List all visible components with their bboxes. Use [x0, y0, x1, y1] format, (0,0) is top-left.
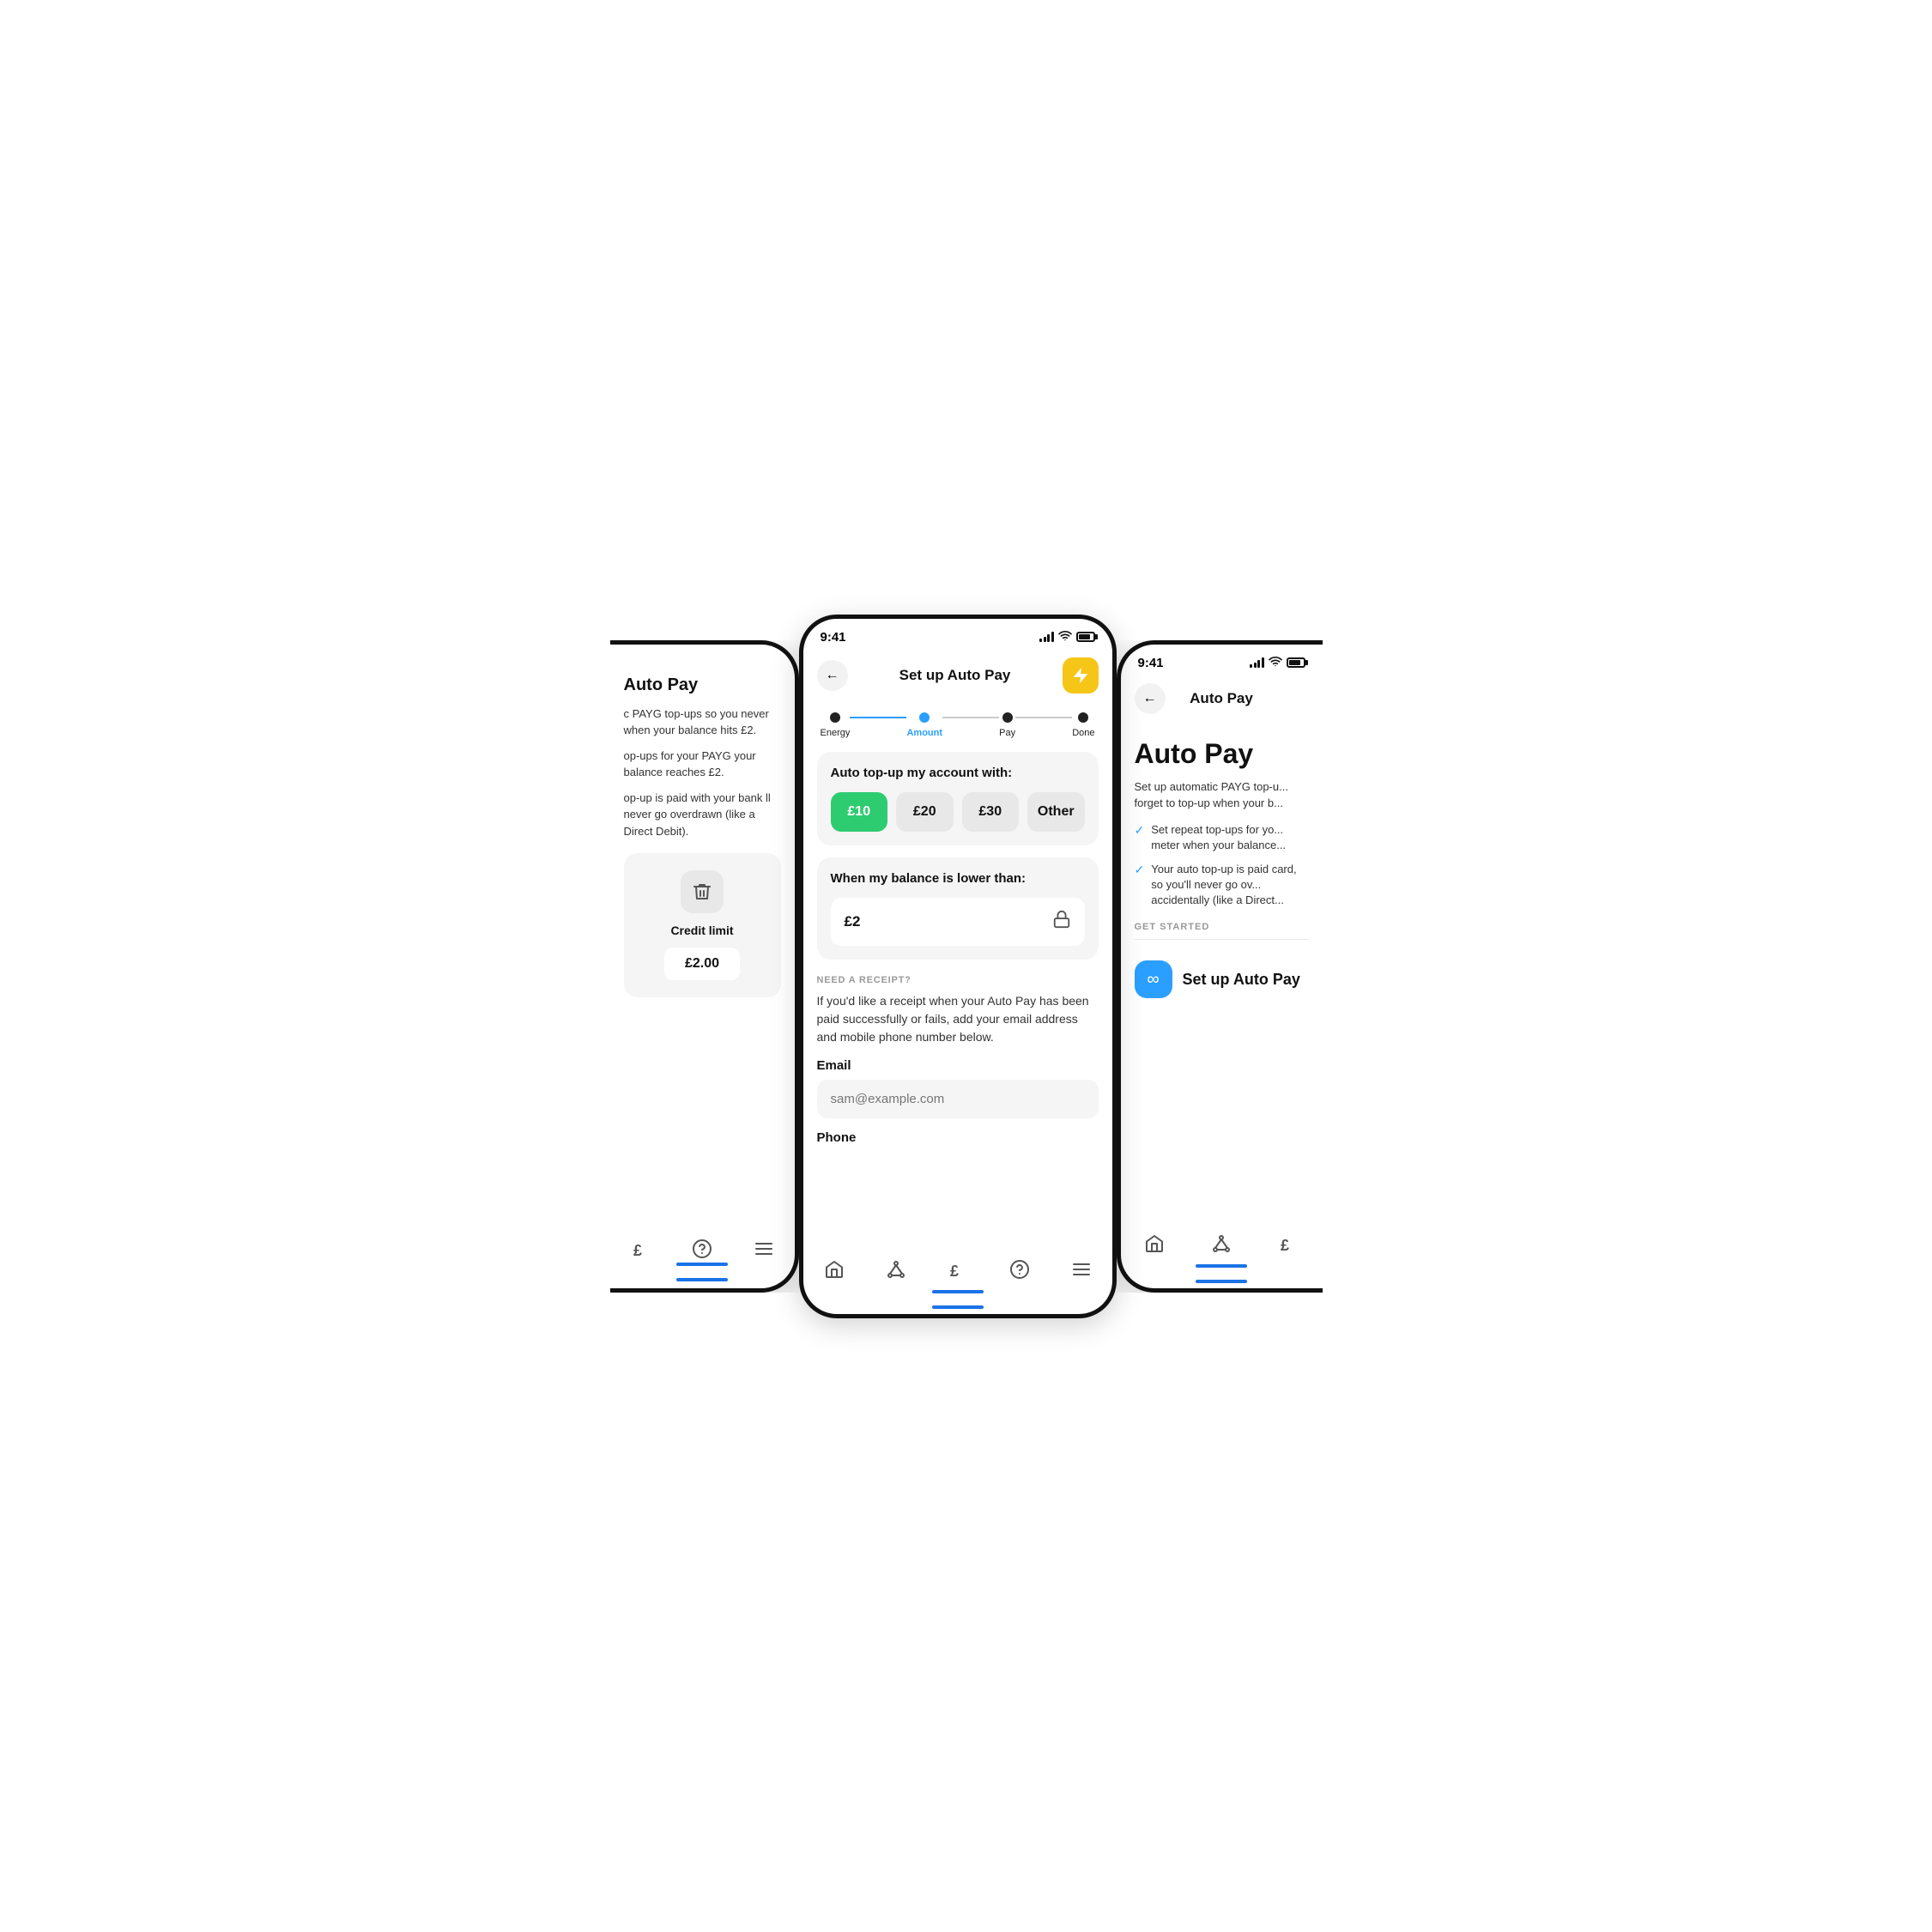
svg-text:£: £: [950, 1263, 959, 1280]
bottom-nav-center: £: [803, 1249, 1112, 1305]
right-phone-content: Auto Pay Set up automatic PAYG top-u... …: [1121, 724, 1323, 1021]
amount-btn-30[interactable]: £30: [962, 792, 1020, 832]
description-2: op-ups for your PAYG your balance reache…: [624, 748, 781, 781]
step-label-done: Done: [1072, 728, 1094, 738]
setup-autopay-label: Set up Auto Pay: [1183, 971, 1300, 989]
wifi-icon-right: [1269, 655, 1282, 671]
check-text-1: Set repeat top-ups for yo... meter when …: [1151, 822, 1308, 853]
amount-btn-10[interactable]: £10: [831, 792, 888, 832]
step-amount: Amount: [906, 712, 942, 738]
email-label: Email: [817, 1058, 1099, 1073]
step-label-pay: Pay: [999, 728, 1015, 738]
bottom-nav-left: £: [610, 1228, 795, 1278]
svg-text:£: £: [1281, 1237, 1289, 1254]
bottom-nav-right: £: [1121, 1223, 1323, 1280]
step-done: Done: [1072, 712, 1094, 738]
email-input[interactable]: [817, 1080, 1099, 1118]
step-label-energy: Energy: [821, 728, 851, 738]
infinity-icon: ∞: [1135, 960, 1172, 998]
step-pay: Pay: [999, 712, 1015, 738]
home-nav-icon-right[interactable]: [1142, 1232, 1166, 1256]
status-icons-center: [1039, 629, 1095, 645]
phone-label: Phone: [817, 1130, 1099, 1145]
credit-limit-label: Credit limit: [670, 924, 733, 937]
receipt-section: NEED A RECEIPT? If you'd like a receipt …: [817, 972, 1099, 1160]
back-button-right[interactable]: ←: [1135, 683, 1166, 714]
check-text-2: Your auto top-up is paid card, so you'll…: [1151, 862, 1308, 909]
step-line-1: [850, 717, 906, 718]
nav-header-center: ← Set up Auto Pay: [803, 651, 1112, 704]
menu-nav-icon[interactable]: [752, 1237, 776, 1261]
balance-card: When my balance is lower than: £2: [817, 857, 1099, 960]
amount-btn-other[interactable]: Other: [1027, 792, 1085, 832]
balance-value: £2: [845, 913, 861, 930]
divider: [1135, 939, 1309, 940]
lock-icon: [1052, 910, 1071, 934]
pound-nav-icon-center[interactable]: £: [946, 1257, 970, 1281]
description-1: c PAYG top-ups so you never when your ba…: [624, 706, 781, 739]
help-nav-icon-center[interactable]: [1008, 1257, 1032, 1281]
auto-pay-big-title: Auto Pay: [1135, 738, 1309, 770]
status-bar-center: 9:41: [803, 619, 1112, 651]
status-bar-right: 9:41: [1121, 645, 1323, 676]
check-item-2: ✓ Your auto top-up is paid card, so you'…: [1135, 862, 1309, 909]
step-dot-amount: [919, 712, 930, 723]
battery-icon-right: [1287, 657, 1305, 668]
credit-amount: £2.00: [664, 948, 740, 980]
balance-title: When my balance is lower than:: [831, 871, 1085, 886]
wifi-icon: [1058, 629, 1072, 645]
check-item-1: ✓ Set repeat top-ups for yo... meter whe…: [1135, 822, 1309, 853]
network-nav-icon-right[interactable]: [1209, 1232, 1233, 1256]
setup-autopay-button[interactable]: ∞ Set up Auto Pay: [1135, 952, 1309, 1007]
network-nav-icon[interactable]: [884, 1257, 908, 1281]
amount-btn-20[interactable]: £20: [896, 792, 954, 832]
pound-nav-icon[interactable]: £: [628, 1237, 652, 1261]
main-content: Auto top-up my account with: £10 £20 £30…: [803, 752, 1112, 1160]
balance-row: £2: [831, 898, 1085, 946]
credit-card: Credit limit £2.00: [624, 853, 781, 997]
status-icons-right: [1250, 655, 1305, 671]
time-right: 9:41: [1138, 656, 1164, 670]
step-label-amount: Amount: [906, 728, 942, 738]
check-icon-2: ✓: [1135, 863, 1145, 877]
receipt-description: If you'd like a receipt when your Auto P…: [817, 992, 1099, 1046]
auto-pay-description: Set up automatic PAYG top-u... forget to…: [1135, 778, 1309, 812]
step-dot-pay: [1002, 712, 1013, 723]
progress-steps: Energy Amount Pay Done: [803, 704, 1112, 752]
battery-icon: [1076, 632, 1095, 642]
menu-nav-icon-center[interactable]: [1069, 1257, 1093, 1281]
nav-header-right: ← Auto Pay: [1121, 676, 1323, 724]
help-nav-icon[interactable]: [690, 1237, 714, 1261]
auto-topup-card: Auto top-up my account with: £10 £20 £30…: [817, 752, 1099, 845]
amount-buttons-group: £10 £20 £30 Other: [831, 792, 1085, 832]
auto-topup-title: Auto top-up my account with:: [831, 766, 1085, 780]
trash-icon: [681, 870, 724, 913]
pound-nav-icon-right[interactable]: £: [1276, 1232, 1300, 1256]
nav-title-center: Set up Auto Pay: [899, 667, 1011, 684]
receipt-label: NEED A RECEIPT?: [817, 975, 1099, 985]
step-dot-energy: [830, 712, 840, 723]
check-icon-1: ✓: [1135, 823, 1145, 838]
lightning-button[interactable]: [1063, 657, 1099, 693]
signal-icon-right: [1250, 657, 1264, 668]
step-energy: Energy: [821, 712, 851, 738]
step-dot-done: [1078, 712, 1088, 723]
get-started-label: GET STARTED: [1135, 922, 1309, 932]
time-center: 9:41: [821, 630, 846, 645]
page-title-left: Auto Pay: [624, 675, 781, 695]
back-button-center[interactable]: ←: [817, 660, 848, 691]
step-line-3: [1015, 717, 1072, 718]
step-line-2: [942, 717, 999, 718]
nav-title-right: Auto Pay: [1190, 690, 1253, 707]
svg-text:£: £: [633, 1242, 642, 1259]
description-3: op-up is paid with your bank ll never go…: [624, 790, 781, 840]
home-nav-icon[interactable]: [822, 1257, 846, 1281]
signal-icon: [1039, 632, 1054, 642]
